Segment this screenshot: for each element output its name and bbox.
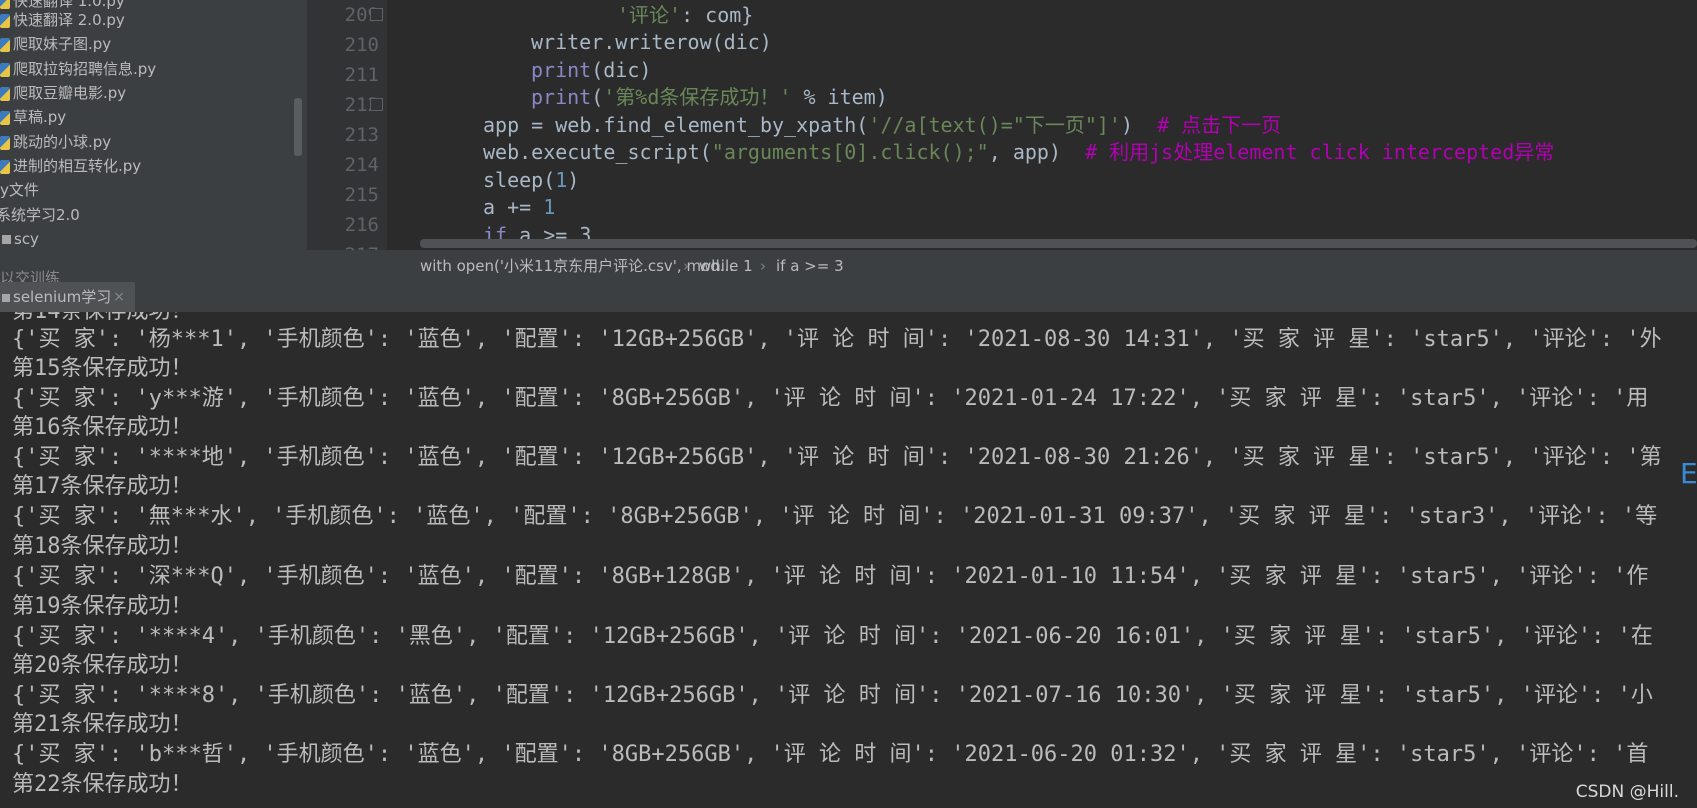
tree-item-file[interactable]: 进制的相互转化.py (0, 153, 141, 179)
tree-item-file[interactable]: 草稿.py (0, 104, 66, 130)
code-line-209: '评论': com} (617, 3, 754, 27)
code-line-211: print(dic) (531, 58, 652, 82)
breadcrumb-separator: › (683, 257, 689, 275)
tab-run-selenium[interactable]: selenium学习 × (0, 282, 135, 312)
python-file-icon (0, 110, 10, 125)
tree-item-folder[interactable]: 以交训练 (0, 265, 60, 282)
tree-item-label: scy (14, 230, 39, 248)
console-line: {'买 家': '無***水', '手机颜色': '蓝色', '配置': '8G… (12, 504, 1658, 529)
python-file-icon (0, 13, 10, 28)
tree-scrollbar[interactable] (294, 98, 302, 156)
console-line: {'买 家': '深***Q', '手机颜色': '蓝色', '配置': '8G… (12, 564, 1649, 589)
console-line: {'买 家': 'y***游', '手机颜色': '蓝色', '配置': '8G… (12, 386, 1649, 411)
console-line: 第16条保存成功！ (12, 415, 193, 440)
console-line: {'买 家': '****8', '手机颜色': '蓝色', '配置': '12… (12, 683, 1653, 708)
console-line: {'买 家': '****4', '手机颜色': '黑色', '配置': '12… (12, 624, 1653, 649)
line-number: 210 (344, 34, 379, 56)
line-number: 217 (337, 240, 379, 250)
breadcrumb: with open('小米11京东用户评论.csv', mod... › whi… (307, 250, 1697, 282)
line-gutter: 209 210 211 212 213 214 215 216 217 (307, 0, 387, 250)
run-tab-bar: selenium学习 × (0, 282, 1697, 313)
console-line: 第15条保存成功！ (12, 356, 193, 381)
breadcrumb-separator: › (760, 257, 766, 275)
project-tree: 快速翻译 1.0.py 快速翻译 2.0.py 爬取妹子图.py 爬取拉钩招聘信… (0, 0, 307, 282)
tree-item-label: 爬取拉钩招聘信息.py (13, 60, 157, 78)
python-file-icon (0, 159, 10, 174)
console-line: {'买 家': '****地', '手机颜色': '蓝色', '配置': '12… (12, 445, 1662, 470)
horizontal-scrollbar[interactable] (420, 239, 1697, 248)
console-line: 第17条保存成功！ (12, 474, 193, 499)
tree-item-label: 爬取豆瓣电影.py (13, 84, 127, 102)
tree-item-label: y文件 (0, 181, 39, 199)
console-line: 第22条保存成功！ (12, 772, 193, 797)
fold-marker-icon[interactable] (370, 98, 383, 111)
module-icon (2, 293, 10, 302)
python-file-icon (0, 86, 10, 101)
tree-item-label: 系统学习2.0 (0, 206, 80, 224)
tree-item-file[interactable]: 快速翻译 2.0.py (0, 7, 125, 33)
tree-item-label: 快速翻译 2.0.py (13, 11, 125, 29)
watermark: CSDN @Hill. (1575, 782, 1679, 802)
tree-item-file[interactable]: 跳动的小球.py (0, 129, 111, 155)
console-line: {'买 家': 'b***哲', '手机颜色': '蓝色', '配置': '8G… (12, 742, 1649, 767)
breadcrumb-item[interactable]: if a >= 3 (776, 250, 844, 282)
console-line: 第21条保存成功！ (12, 712, 193, 737)
line-number: 211 (344, 64, 379, 86)
breadcrumb-item[interactable]: while 1 (699, 250, 753, 282)
python-file-icon (0, 62, 10, 77)
tree-item-module[interactable]: scy (0, 226, 39, 252)
line-number: 214 (344, 154, 379, 176)
console-line: 第18条保存成功！ (12, 534, 193, 559)
code-line-213: app = web.find_element_by_xpath('//a[tex… (483, 113, 1282, 137)
console-line: 第19条保存成功！ (12, 594, 193, 619)
line-number: 215 (344, 184, 379, 206)
module-icon (2, 235, 11, 244)
tree-item-folder[interactable]: 系统学习2.0 (0, 202, 80, 228)
fold-marker-icon[interactable] (370, 8, 383, 21)
tree-item-file[interactable]: 爬取拉钩招聘信息.py (0, 56, 156, 82)
tree-item-label: 以交训练 (0, 269, 61, 282)
tree-item-file[interactable]: 爬取妹子图.py (0, 31, 111, 57)
tree-item-file[interactable]: 爬取豆瓣电影.py (0, 80, 126, 106)
overlay-fragment: E (1680, 458, 1697, 490)
console-line: 第20条保存成功！ (12, 653, 193, 678)
console-line: {'买 家': '杨***1', '手机颜色': '蓝色', '配置': '12… (12, 327, 1662, 352)
code-line-215: sleep(1) (483, 168, 580, 192)
tree-item-folder[interactable]: y文件 (0, 177, 39, 203)
python-file-icon (0, 37, 10, 52)
code-line-216: a += 1 (483, 195, 556, 219)
code-editor[interactable]: 209 210 211 212 213 214 215 216 217 '评论'… (307, 0, 1697, 250)
code-line-212: print('第%d条保存成功！' % item) (531, 85, 888, 109)
close-icon[interactable]: × (113, 282, 125, 312)
tree-item-label: 进制的相互转化.py (13, 157, 142, 175)
tab-label: selenium学习 (13, 288, 112, 306)
tree-item-label: 草稿.py (13, 108, 67, 126)
tree-item-label: 跳动的小球.py (13, 133, 112, 151)
python-file-icon (0, 135, 10, 150)
run-console[interactable]: 第14条保存成功！ {'买 家': '杨***1', '手机颜色': '蓝色',… (0, 312, 1697, 808)
tree-item-label: 爬取妹子图.py (13, 35, 112, 53)
code-line-210: writer.writerow(dic) (531, 30, 772, 54)
line-number: 216 (344, 214, 379, 236)
line-number: 213 (344, 124, 379, 146)
code-line-214: web.execute_script("arguments[0].click()… (483, 140, 1555, 164)
